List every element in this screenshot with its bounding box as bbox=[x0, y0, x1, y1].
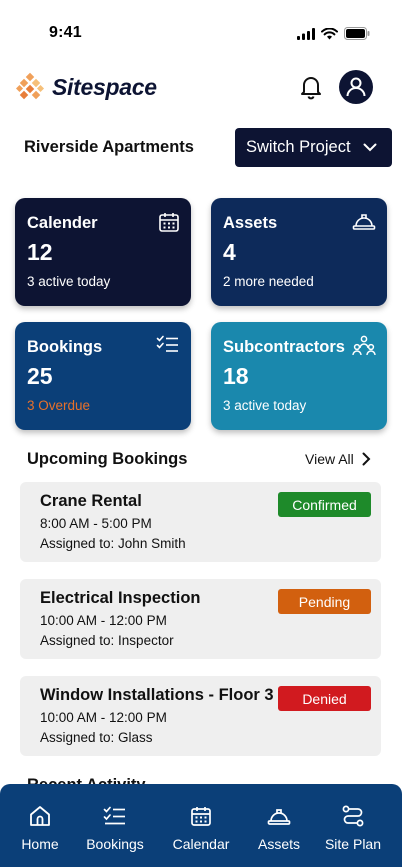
tab-assets[interactable]: Assets bbox=[250, 784, 308, 867]
chevron-down-icon bbox=[363, 143, 377, 152]
notifications-button[interactable] bbox=[298, 74, 324, 100]
tab-calendar[interactable]: Calendar bbox=[165, 784, 237, 867]
hard-hat-icon bbox=[352, 214, 376, 230]
avatar[interactable] bbox=[339, 70, 373, 104]
user-icon bbox=[346, 77, 366, 97]
hard-hat-icon bbox=[267, 809, 291, 825]
switch-project-label: Switch Project bbox=[246, 138, 351, 156]
bottom-tab-bar: Home Bookings Calendar Assets Site Plan bbox=[0, 784, 402, 867]
tab-home[interactable]: Home bbox=[10, 784, 70, 867]
checklist-icon bbox=[103, 806, 125, 825]
card-value: 12 bbox=[27, 239, 53, 265]
chevron-right-icon bbox=[362, 452, 371, 466]
card-subtitle-overdue: 3 Overdue bbox=[27, 398, 91, 413]
signal-icon bbox=[297, 27, 315, 40]
project-name: Riverside Apartments bbox=[24, 138, 194, 156]
logo: Sitespace bbox=[16, 72, 157, 102]
calendar-icon bbox=[159, 213, 179, 232]
checklist-icon bbox=[156, 335, 178, 352]
booking-assignee: Assigned to: Inspector bbox=[40, 633, 174, 648]
subcontractors-card[interactable]: Subcontractors 18 3 active today bbox=[211, 322, 387, 430]
view-all-link[interactable]: View All bbox=[305, 451, 371, 467]
card-value: 18 bbox=[223, 363, 249, 389]
battery-icon bbox=[344, 27, 370, 40]
card-subtitle: 2 more needed bbox=[223, 274, 314, 289]
calendar-card[interactable]: Calender 12 3 active today bbox=[15, 198, 191, 306]
calendar-icon bbox=[191, 807, 211, 826]
tab-label: Bookings bbox=[86, 836, 144, 852]
booking-time: 10:00 AM - 12:00 PM bbox=[40, 613, 167, 628]
booking-time: 10:00 AM - 12:00 PM bbox=[40, 710, 167, 725]
bookings-card[interactable]: Bookings 25 3 Overdue bbox=[15, 322, 191, 430]
upcoming-bookings-header: Upcoming Bookings View All bbox=[0, 448, 402, 470]
view-all-label: View All bbox=[305, 451, 354, 467]
booking-item[interactable]: Window Installations - Floor 3 10:00 AM … bbox=[20, 676, 381, 756]
status-time: 9:41 bbox=[49, 24, 82, 41]
status-badge: Confirmed bbox=[278, 492, 371, 517]
booking-item[interactable]: Electrical Inspection 10:00 AM - 12:00 P… bbox=[20, 579, 381, 659]
project-row: Riverside Apartments Switch Project bbox=[0, 128, 402, 168]
tab-label: Calendar bbox=[172, 836, 230, 852]
status-badge: Pending bbox=[278, 589, 371, 614]
card-value: 4 bbox=[223, 239, 236, 265]
tab-site-plan[interactable]: Site Plan bbox=[320, 784, 386, 867]
tab-label: Assets bbox=[257, 836, 300, 852]
tab-bookings[interactable]: Bookings bbox=[80, 784, 150, 867]
app-header: Sitespace bbox=[0, 66, 402, 110]
route-icon bbox=[342, 805, 364, 827]
tab-label: Home bbox=[21, 836, 59, 852]
home-icon bbox=[30, 806, 50, 826]
tab-label: Site Plan bbox=[324, 836, 382, 852]
card-value: 25 bbox=[27, 363, 53, 389]
card-subtitle: 3 active today bbox=[223, 398, 307, 413]
card-title: Calender bbox=[27, 214, 98, 232]
status-icons bbox=[297, 27, 370, 40]
booking-assignee: Assigned to: Glass bbox=[40, 730, 153, 745]
booking-assignee: Assigned to: John Smith bbox=[40, 536, 186, 551]
app-name: Sitespace bbox=[52, 73, 157, 100]
people-icon bbox=[352, 335, 376, 356]
wifi-icon bbox=[321, 27, 338, 39]
bell-icon bbox=[301, 77, 321, 100]
sitespace-logo-icon bbox=[16, 72, 45, 100]
booking-item[interactable]: Crane Rental 8:00 AM - 5:00 PM Assigned … bbox=[20, 482, 381, 562]
status-badge: Denied bbox=[278, 686, 371, 711]
switch-project-button[interactable]: Switch Project bbox=[235, 128, 392, 167]
booking-time: 8:00 AM - 5:00 PM bbox=[40, 516, 152, 531]
section-title: Upcoming Bookings bbox=[27, 450, 188, 468]
card-subtitle: 3 active today bbox=[27, 274, 111, 289]
status-bar: 9:41 bbox=[0, 0, 402, 56]
assets-card[interactable]: Assets 4 2 more needed bbox=[211, 198, 387, 306]
